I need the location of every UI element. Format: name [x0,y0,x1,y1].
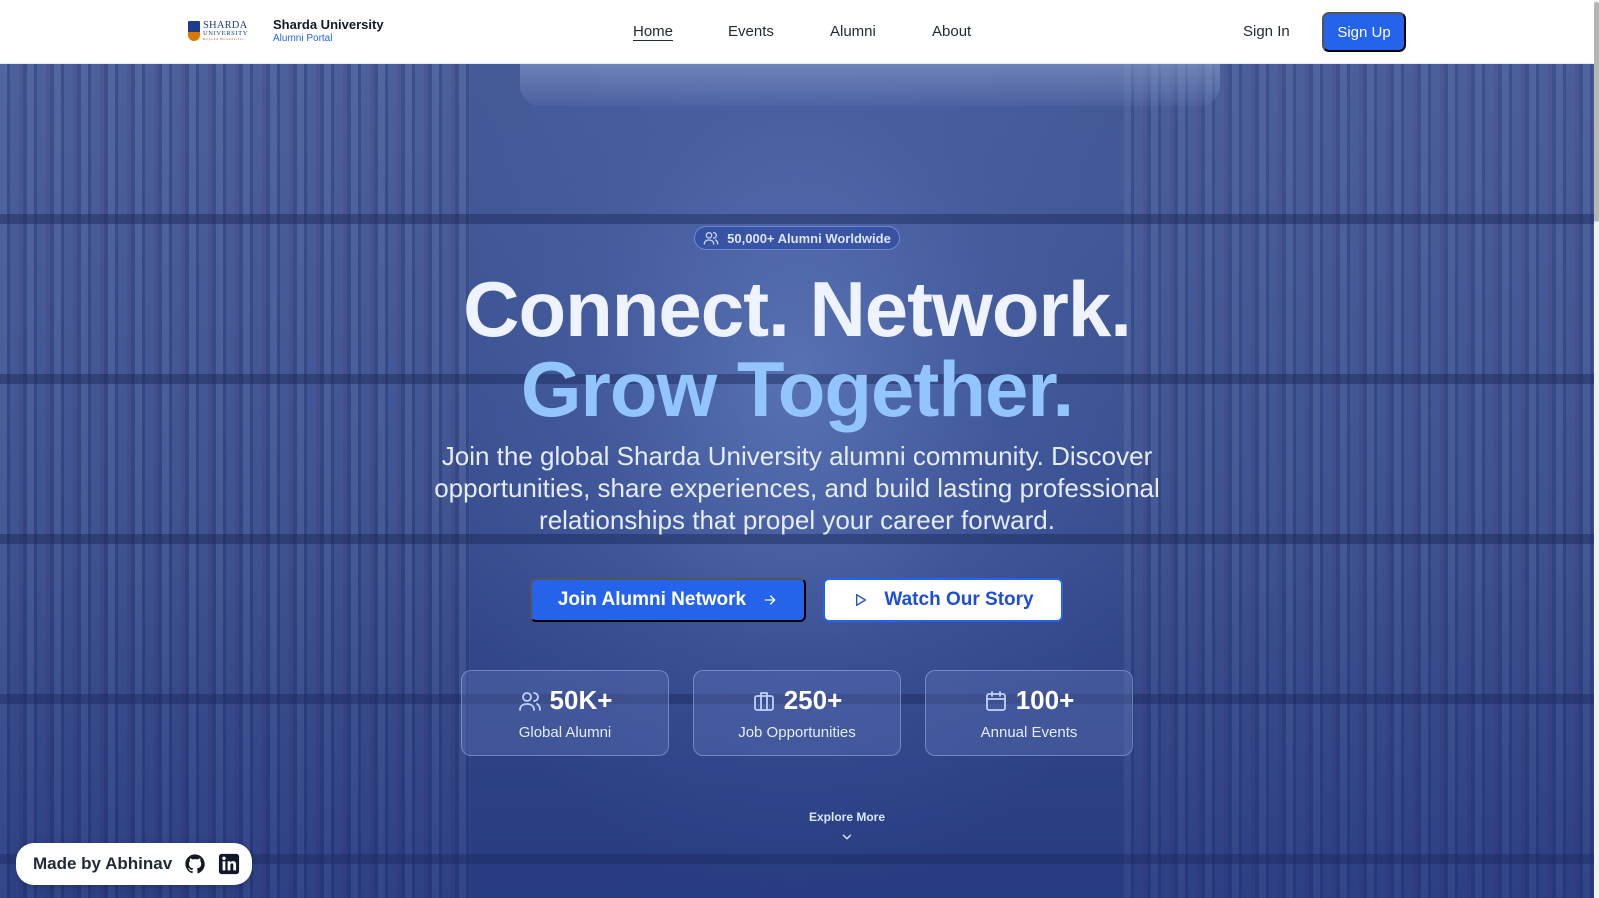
stat-value: 100+ [1015,685,1075,715]
nav-home[interactable]: Home [633,23,673,40]
sign-in-link[interactable]: Sign In [1243,23,1290,40]
stat-label: Global Alumni [518,724,612,741]
watch-button-label: Watch Our Story [884,589,1034,610]
stat-label: Job Opportunities [738,724,856,741]
alumni-count-badge: 50,000+ Alumni Worldwide [694,226,900,250]
users-icon [703,232,719,245]
github-icon[interactable] [184,853,206,875]
badge-text: 50,000+ Alumni Worldwide [727,230,891,246]
scrollbar-thumb[interactable] [1594,2,1599,222]
join-alumni-network-button[interactable]: Join Alumni Network [530,578,806,622]
sign-up-button[interactable]: Sign Up [1322,12,1406,52]
hero-description: Join the global Sharda University alumni… [434,441,1160,535]
stat-card-alumni: 50K+ Global Alumni [461,670,669,756]
logo-tagline: Beyond Boundaries [203,36,245,41]
hero-section: 50,000+ Alumni Worldwide Connect. Networ… [0,64,1594,898]
stat-label: Annual Events [980,724,1078,741]
stat-card-events: 100+ Annual Events [925,670,1133,756]
headline-line-1: Connect. Network. [463,265,1132,353]
shield-emblem-icon [188,21,200,41]
stat-card-jobs: 250+ Job Opportunities [693,670,901,756]
nav-alumni[interactable]: Alumni [830,23,876,40]
explore-more-label: Explore More [808,810,886,824]
join-button-label: Join Alumni Network [557,589,747,610]
stat-value: 50K+ [549,685,613,715]
stat-value: 250+ [783,685,843,715]
nav-about[interactable]: About [932,23,971,40]
briefcase-icon [753,691,774,711]
explore-more[interactable]: Explore More [797,810,897,844]
top-navbar: SHARDA UNIVERSITY Beyond Boundaries Shar… [0,0,1599,64]
users-icon [518,691,541,711]
linkedin-icon[interactable] [218,853,240,875]
brand-title: Sharda University [273,17,384,32]
brand-subtitle: Alumni Portal [273,33,333,44]
headline-line-2: Grow Together. [520,345,1074,433]
made-by-text: Made by Abhinav [33,854,173,873]
chevron-down-icon [842,834,852,840]
made-by-badge: Made by Abhinav [16,843,252,885]
arrow-right-icon [764,595,776,605]
calendar-icon [985,690,1006,711]
play-icon [856,594,867,606]
page-scrollbar[interactable] [1594,0,1599,898]
watch-our-story-button[interactable]: Watch Our Story [823,578,1063,622]
sharda-logo[interactable]: SHARDA UNIVERSITY Beyond Boundaries [188,19,254,43]
nav-events[interactable]: Events [728,23,774,40]
